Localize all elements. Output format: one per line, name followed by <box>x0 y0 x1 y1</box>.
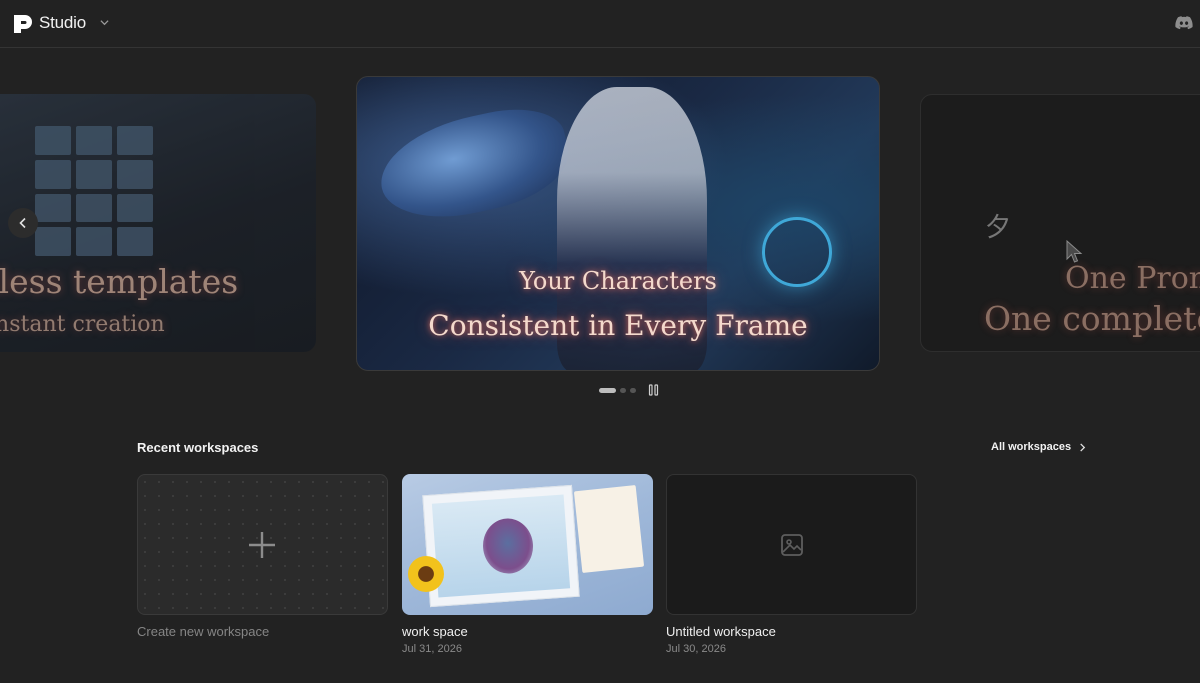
whale-illustration <box>371 98 577 231</box>
app-title[interactable]: Studio <box>39 13 86 33</box>
section-title: Recent workspaces <box>137 440 259 455</box>
workspace-card-work-space[interactable] <box>402 474 653 615</box>
all-workspaces-link[interactable]: All workspaces <box>991 441 1086 453</box>
pause-icon[interactable] <box>648 384 659 396</box>
slide-subline: One complete <box>984 299 1200 338</box>
workspace-thumbnail-note <box>573 484 645 574</box>
carousel-dot-3[interactable] <box>630 387 636 393</box>
workspace-date: Jul 30, 2026 <box>666 643 726 655</box>
carousel-dot-2[interactable] <box>620 387 626 393</box>
carousel-slide-one-prompt[interactable]: 夕 One Prom One complete <box>920 94 1200 352</box>
slide-headline: One Prom <box>1065 261 1200 296</box>
chevron-right-icon <box>1080 442 1086 452</box>
all-workspaces-label: All workspaces <box>991 441 1072 453</box>
mouse-cursor-icon <box>1066 240 1083 263</box>
top-bar: Studio <box>0 0 1200 48</box>
carousel-dot-1[interactable] <box>599 387 616 393</box>
workspace-name[interactable]: Untitled workspace <box>666 624 776 639</box>
sunflower-illustration <box>408 556 444 592</box>
image-placeholder-icon <box>781 534 803 556</box>
create-workspace-label[interactable]: Create new workspace <box>137 624 269 639</box>
create-workspace-card[interactable] <box>137 474 388 615</box>
chevron-left-icon <box>19 217 26 229</box>
carousel-prev-button[interactable] <box>8 208 38 238</box>
slide-subline: Consistent in Every Frame <box>428 309 808 342</box>
carousel-indicator <box>599 387 636 393</box>
vending-shelf-illustration <box>35 126 153 256</box>
slide-subline: instant creation <box>0 312 165 337</box>
carousel-slide-templates[interactable]: lless templates instant creation <box>0 94 316 352</box>
workspace-card-untitled[interactable] <box>666 474 917 615</box>
discord-icon[interactable] <box>1175 15 1193 30</box>
workspace-name[interactable]: work space <box>402 624 468 639</box>
plus-icon <box>249 532 275 558</box>
slide-headline: Your Characters <box>519 267 717 295</box>
slide-glyph: 夕 <box>985 213 1012 243</box>
logo-icon[interactable] <box>12 13 34 35</box>
chevron-down-icon[interactable] <box>100 18 109 27</box>
carousel-slide-characters[interactable]: Your Characters Consistent in Every Fram… <box>356 76 880 371</box>
workspace-date: Jul 31, 2026 <box>402 643 462 655</box>
workspace-thumbnail-photo <box>422 484 580 608</box>
slide-headline: lless templates <box>0 262 239 301</box>
